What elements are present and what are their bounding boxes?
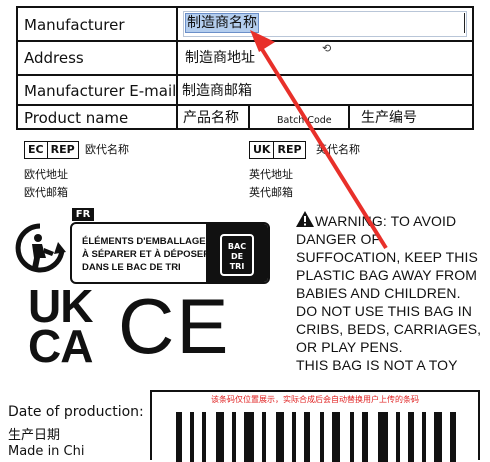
annotation-arrow-icon xyxy=(250,30,388,250)
